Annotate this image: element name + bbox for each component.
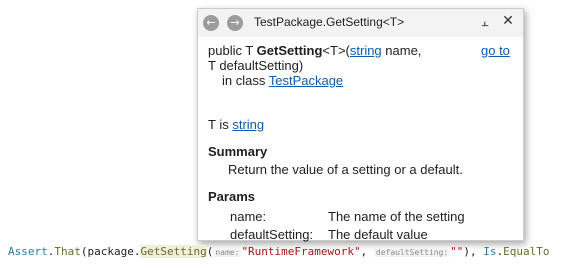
param1-type-link[interactable]: string — [350, 43, 382, 58]
param-desc: The default value — [328, 227, 428, 242]
code-token-that: That — [54, 245, 81, 258]
param-row: defaultSetting: The default value — [230, 227, 465, 245]
popup-titlebar: ← → TestPackage.GetSetting<T> ⫠ ✕ — [198, 9, 523, 37]
code-string-runtimeframework: "RuntimeFramework" — [241, 245, 361, 258]
signature-line2: T defaultSetting) — [208, 58, 304, 73]
quick-info-popup: ← → TestPackage.GetSetting<T> ⫠ ✕ public… — [197, 8, 524, 242]
summary-heading: Summary — [208, 144, 268, 159]
class-link[interactable]: TestPackage — [269, 73, 343, 88]
type-param-line: T is string — [208, 117, 518, 132]
type-param-link[interactable]: string — [232, 117, 264, 132]
signature-prefix: public T — [208, 43, 257, 58]
param-name: defaultSetting: — [230, 227, 314, 242]
code-line[interactable]: Assert.That(package.GetSetting(name: "Run… — [8, 245, 550, 260]
in-class-line: in class TestPackage — [208, 73, 518, 88]
params-heading: Params — [208, 189, 255, 204]
signature-generic: <T>( — [322, 43, 350, 58]
param-desc: The name of the setting — [328, 209, 465, 224]
signature-method: GetSetting — [256, 43, 323, 58]
code-token-assert: Assert — [8, 245, 48, 258]
code-string-empty: "" — [450, 245, 464, 258]
code-token-getsetting[interactable]: GetSetting — [140, 245, 207, 258]
signature-param1-rest: name, — [381, 43, 422, 58]
close-icon[interactable]: ✕ — [501, 14, 515, 28]
code-token-close: ), — [463, 245, 484, 258]
method-signature: public T GetSetting<T>(string name, T de… — [208, 43, 458, 73]
param-name: name: — [230, 209, 267, 224]
pin-icon[interactable]: ⫠ — [478, 15, 492, 29]
code-token-comma: , — [360, 245, 374, 258]
arrow-left-icon[interactable]: ← — [203, 15, 219, 31]
in-class-prefix: in class — [222, 73, 269, 88]
popup-content: public T GetSetting<T>(string name, T de… — [208, 43, 518, 245]
param-row: name: The name of the setting — [230, 209, 465, 227]
inlay-hint-defaultsetting: defaultSetting: — [373, 248, 451, 257]
type-param-prefix: T is — [208, 117, 233, 132]
code-token-package: (package. — [80, 245, 141, 258]
arrow-right-icon[interactable]: → — [227, 15, 243, 31]
popup-title: TestPackage.GetSetting<T> — [254, 15, 405, 29]
code-token-equalto: EqualTo — [503, 245, 550, 258]
code-token-is: Is — [483, 245, 497, 258]
params-table: name: The name of the setting defaultSet… — [230, 209, 465, 245]
inlay-hint-name: name: — [213, 248, 242, 257]
summary-text: Return the value of a setting or a defau… — [228, 162, 463, 177]
go-to-link[interactable]: go to — [481, 43, 510, 58]
